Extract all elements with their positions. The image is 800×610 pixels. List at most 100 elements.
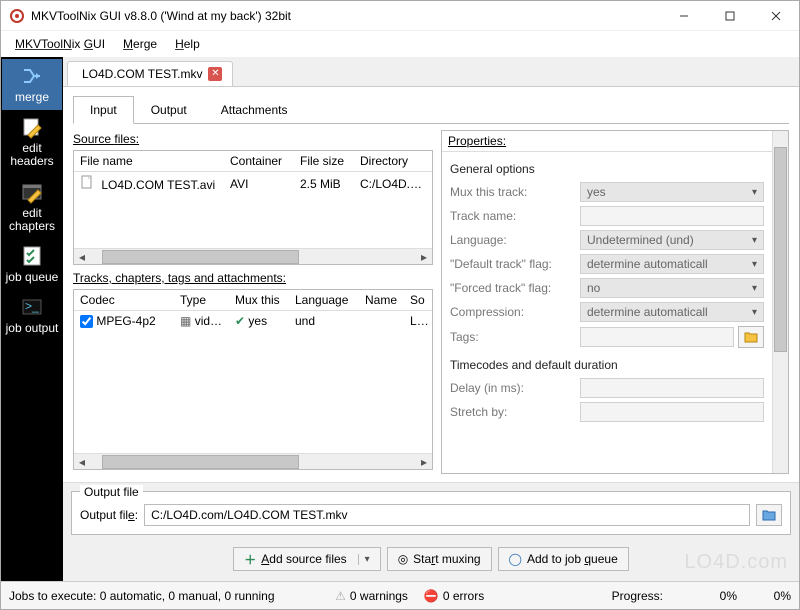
app-icon (9, 8, 25, 24)
cell-lang: und (289, 311, 359, 331)
sidebar: merge edit headers edit chapters job que… (1, 57, 63, 581)
video-icon: ▦ (180, 314, 191, 328)
source-files-header: File name Container File size Directory (74, 151, 432, 172)
language-select[interactable]: Undetermined (und)▾ (580, 230, 764, 250)
status-errors: ⛔ 0 errors (424, 589, 484, 603)
cell-mux: yes (248, 314, 267, 328)
col-directory[interactable]: Directory (354, 151, 432, 171)
warning-icon: ⚠ (335, 589, 346, 603)
delay-label: Delay (in ms): (450, 381, 580, 395)
cell-file-size: 2.5 MiB (294, 174, 354, 194)
h-scrollbar[interactable]: ◂▸ (74, 453, 432, 469)
cell-source: LO4 (404, 311, 432, 331)
col-type[interactable]: Type (174, 290, 229, 310)
col-name[interactable]: Name (359, 290, 404, 310)
file-tab[interactable]: LO4D.COM TEST.mkv ✕ (67, 61, 233, 86)
menu-help[interactable]: Help (167, 34, 208, 54)
sidebar-item-edit-headers[interactable]: edit headers (2, 110, 62, 174)
forced-label: "Forced track" flag: (450, 281, 580, 295)
tab-output[interactable]: Output (134, 96, 204, 124)
inner-tabs: Input Output Attachments (73, 95, 789, 124)
output-browse-button[interactable] (756, 504, 782, 526)
menubar: MKVToolNix GUI Merge Help (1, 31, 799, 57)
col-mux[interactable]: Mux this (229, 290, 289, 310)
properties-panel: Properties: General options Mux this tra… (441, 130, 789, 474)
status-jobs: Jobs to execute: 0 automatic, 0 manual, … (9, 589, 275, 603)
minimize-button[interactable] (661, 1, 707, 31)
cell-file-name: LO4D.COM TEST.avi (101, 178, 215, 192)
language-label: Language: (450, 233, 580, 247)
close-button[interactable] (753, 1, 799, 31)
status-progress: Progress: 0% 0% (612, 589, 791, 603)
source-files-list[interactable]: File name Container File size Directory … (73, 150, 433, 265)
tags-input[interactable] (580, 327, 734, 347)
table-row[interactable]: LO4D.COM TEST.avi AVI 2.5 MiB C:/LO4D.co… (74, 172, 432, 195)
titlebar: MKVToolNix GUI v8.8.0 ('Wind at my back'… (1, 1, 799, 31)
trackname-label: Track name: (450, 209, 580, 223)
output-file-input[interactable] (144, 504, 750, 526)
window-title: MKVToolNix GUI v8.8.0 ('Wind at my back'… (31, 9, 661, 23)
trackname-input[interactable] (580, 206, 764, 226)
tracks-list[interactable]: Codec Type Mux this Language Name So (73, 289, 433, 470)
cell-codec: MPEG-4p2 (96, 314, 155, 328)
properties-label: Properties: (442, 131, 772, 152)
status-warnings: ⚠ 0 warnings (335, 589, 408, 603)
folder-icon (762, 509, 776, 521)
sidebar-item-label: edit chapters (2, 207, 62, 233)
stretch-label: Stretch by: (450, 405, 580, 419)
folder-icon (744, 331, 758, 343)
menu-merge[interactable]: Merge (115, 34, 165, 54)
group-general: General options (450, 162, 764, 176)
stretch-input[interactable] (580, 402, 764, 422)
start-muxing-button[interactable]: ◎ Start muxing (387, 547, 492, 571)
sidebar-item-job-output[interactable]: >_ job output (2, 290, 62, 341)
app-window: MKVToolNix GUI v8.8.0 ('Wind at my back'… (0, 0, 800, 610)
tab-attachments[interactable]: Attachments (204, 96, 305, 124)
sidebar-item-label: edit headers (2, 142, 62, 168)
add-source-files-button[interactable]: ＋ Add source files ▾ (233, 547, 380, 571)
col-file-size[interactable]: File size (294, 151, 354, 171)
table-row[interactable]: MPEG-4p2 ▦ video ✔ yes und (74, 311, 432, 331)
col-container[interactable]: Container (224, 151, 294, 171)
maximize-button[interactable] (707, 1, 753, 31)
menu-app[interactable]: MKVToolNix GUI (7, 34, 113, 54)
tags-browse-button[interactable] (738, 326, 764, 348)
tab-input[interactable]: Input (73, 96, 134, 124)
close-icon[interactable]: ✕ (208, 67, 222, 81)
mux-select[interactable]: yes▾ (580, 182, 764, 202)
output-file-group: Output file Output file: (71, 491, 791, 535)
sidebar-item-label: merge (15, 91, 49, 104)
add-to-job-queue-button[interactable]: ◯ Add to job queue (498, 547, 629, 571)
forced-select[interactable]: no▾ (580, 278, 764, 298)
job-queue-icon (19, 243, 45, 269)
cell-type: video (195, 314, 224, 328)
file-tabs: LO4D.COM TEST.mkv ✕ (63, 57, 799, 87)
edit-chapters-icon (19, 179, 45, 205)
h-scrollbar[interactable]: ◂▸ (74, 248, 432, 264)
chevron-down-icon[interactable]: ▾ (358, 554, 370, 565)
col-file-name[interactable]: File name (74, 151, 224, 171)
queue-icon: ◯ (509, 552, 522, 566)
tracks-header: Codec Type Mux this Language Name So (74, 290, 432, 311)
col-lang[interactable]: Language (289, 290, 359, 310)
col-codec[interactable]: Codec (74, 290, 174, 310)
job-output-icon: >_ (19, 294, 45, 320)
cell-container: AVI (224, 174, 294, 194)
v-scrollbar[interactable] (772, 131, 788, 473)
output-file-group-label: Output file (80, 485, 143, 499)
output-file-label: Output file: (80, 508, 138, 522)
file-tab-label: LO4D.COM TEST.mkv (82, 67, 202, 81)
sidebar-item-edit-chapters[interactable]: edit chapters (2, 175, 62, 239)
compression-select[interactable]: determine automaticall▾ (580, 302, 764, 322)
col-source[interactable]: So (404, 290, 432, 310)
merge-icon (19, 63, 45, 89)
sidebar-item-merge[interactable]: merge (2, 59, 62, 110)
sidebar-item-job-queue[interactable]: job queue (2, 239, 62, 290)
track-checkbox[interactable] (80, 315, 93, 328)
source-files-label: Source files: (73, 132, 433, 146)
default-select[interactable]: determine automaticall▾ (580, 254, 764, 274)
main-area: LO4D.COM TEST.mkv ✕ Input Output Attachm… (63, 57, 799, 581)
check-icon: ✔ (235, 314, 245, 328)
tags-label: Tags: (450, 330, 580, 344)
delay-input[interactable] (580, 378, 764, 398)
